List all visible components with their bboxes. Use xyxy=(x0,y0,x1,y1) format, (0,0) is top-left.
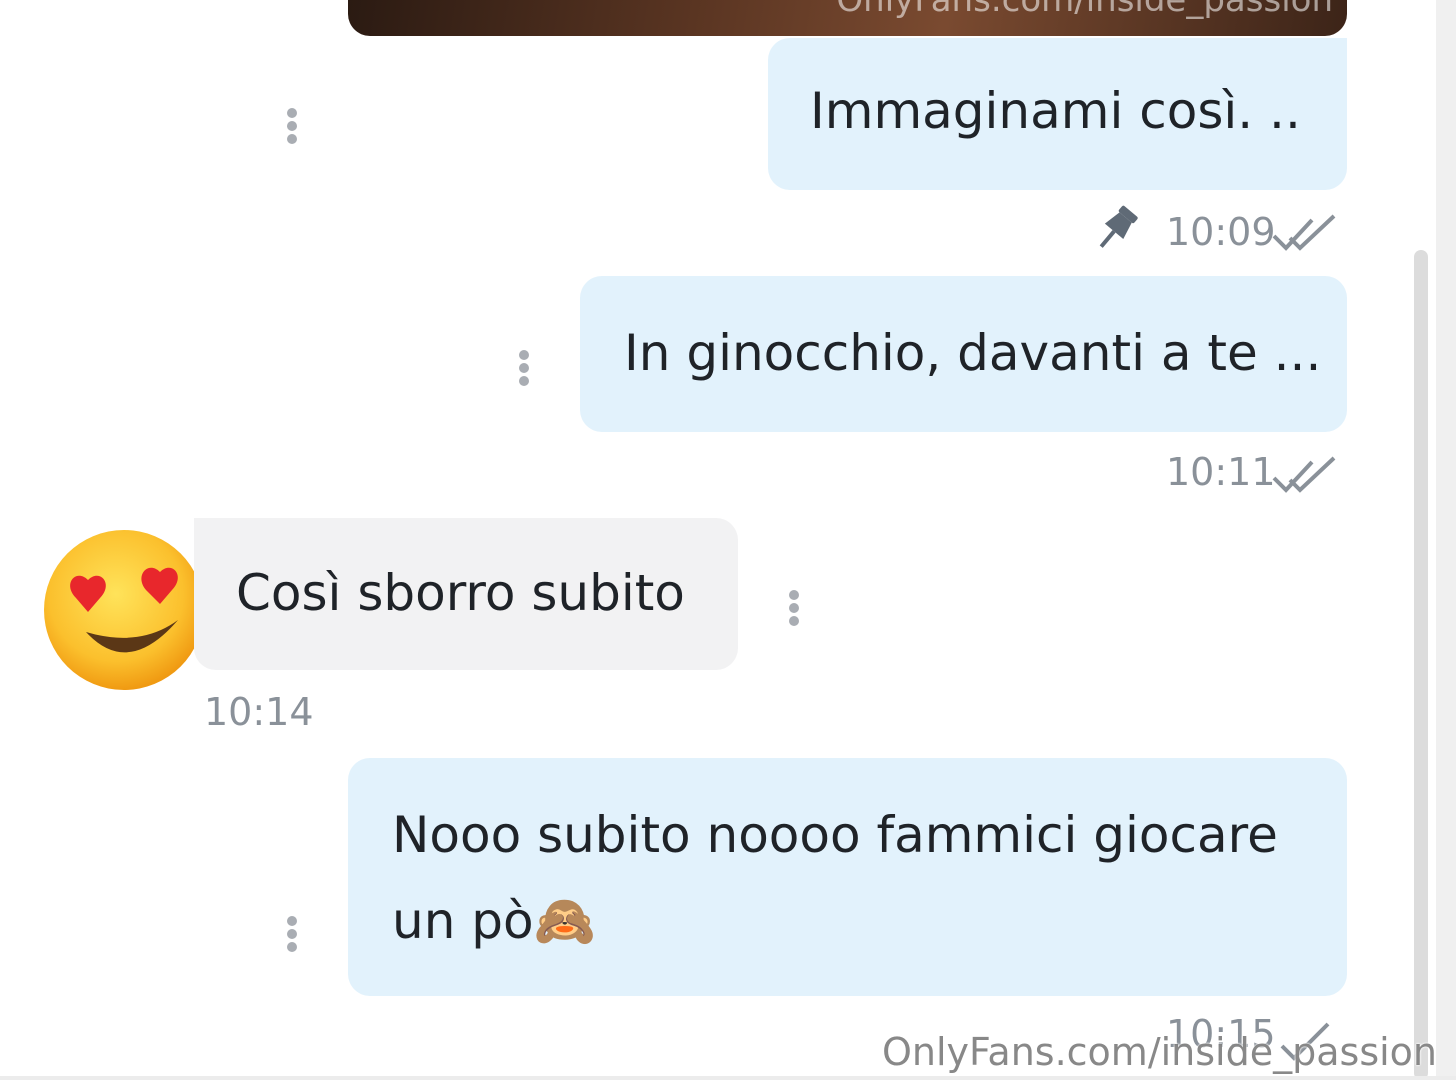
media-watermark: OnlyFans.com/inside_passion xyxy=(836,0,1333,20)
bottom-divider xyxy=(0,1076,1456,1080)
message-options-button[interactable] xyxy=(788,590,800,629)
scrollbar-thumb[interactable] xyxy=(1414,250,1428,1080)
message-bubble-outgoing[interactable]: Immaginami così. .. xyxy=(768,38,1347,190)
message-options-button[interactable] xyxy=(518,350,530,389)
message-bubble-outgoing[interactable]: In ginocchio, davanti a te ... xyxy=(580,276,1347,432)
message-text: Così sborro subito xyxy=(236,564,685,622)
heart-eyes-emoji-avatar[interactable] xyxy=(42,528,206,692)
message-time: 10:14 xyxy=(204,690,314,734)
message-text-line-2: un pò🙈 xyxy=(392,892,596,950)
scrollbar-track[interactable] xyxy=(1436,0,1456,1080)
message-bubble-outgoing[interactable]: Nooo subito noooo fammici giocare un pò🙈 xyxy=(348,758,1347,996)
pin-icon[interactable] xyxy=(1088,202,1144,256)
watermark-text: OnlyFans.com/inside_passion xyxy=(882,1030,1438,1074)
double-check-icon xyxy=(1272,214,1336,251)
message-bubble-incoming[interactable]: Così sborro subito xyxy=(194,518,738,670)
message-time: 10:11 xyxy=(1166,450,1276,494)
media-preview[interactable]: OnlyFans.com/inside_passion xyxy=(348,0,1347,36)
message-text-line-1: Nooo subito noooo fammici giocare xyxy=(392,806,1278,864)
message-options-button[interactable] xyxy=(286,916,298,955)
message-options-button[interactable] xyxy=(286,108,298,147)
double-check-icon xyxy=(1272,456,1336,493)
message-text: In ginocchio, davanti a te ... xyxy=(624,324,1322,382)
message-time: 10:09 xyxy=(1166,210,1276,254)
message-text: Immaginami così. .. xyxy=(810,82,1301,140)
